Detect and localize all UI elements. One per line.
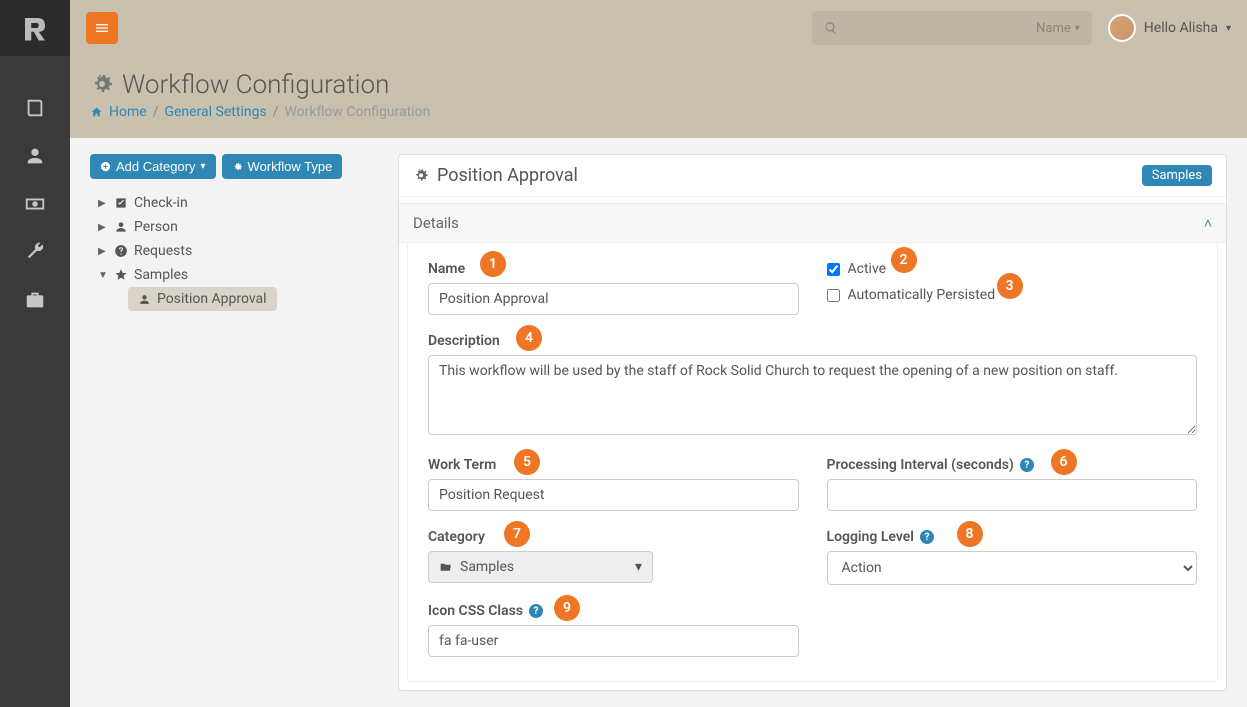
active-checkbox[interactable] — [827, 263, 840, 276]
processing-interval-input[interactable] — [827, 479, 1198, 511]
home-icon — [90, 106, 103, 119]
description-input[interactable]: This workflow will be used by the staff … — [428, 355, 1197, 435]
work-term-input[interactable] — [428, 479, 799, 511]
chevron-up-icon[interactable]: ˄ — [1204, 215, 1212, 232]
icon-css-class-label: Icon CSS Class? — [428, 603, 799, 619]
workflow-type-button[interactable]: Workflow Type — [222, 154, 343, 179]
avatar — [1108, 14, 1136, 42]
question-circle-icon — [114, 244, 128, 258]
name-input[interactable] — [428, 283, 799, 315]
add-category-button[interactable]: Add Category ▾ — [90, 154, 216, 179]
search-box[interactable]: Name▾ — [812, 11, 1092, 45]
menu-toggle-button[interactable] — [86, 12, 118, 44]
person-icon — [114, 220, 128, 234]
star-icon — [114, 268, 128, 282]
search-icon — [824, 21, 838, 35]
samples-badge[interactable]: Samples — [1142, 165, 1212, 186]
gear-icon — [232, 161, 243, 172]
nav-wrench-icon[interactable] — [0, 228, 70, 276]
page-header: Workflow Configuration Home / General Se… — [70, 56, 1247, 138]
breadcrumb-current: Workflow Configuration — [284, 104, 430, 120]
callout-8: 8 — [957, 521, 983, 547]
help-icon[interactable]: ? — [1020, 458, 1034, 472]
search-scope-dropdown[interactable]: Name▾ — [1036, 21, 1080, 36]
icon-css-class-input[interactable] — [428, 625, 799, 657]
tree-item-samples[interactable]: ▼ Samples — [98, 263, 378, 287]
nav-book-icon[interactable] — [0, 84, 70, 132]
work-term-label: Work Term — [428, 457, 799, 473]
breadcrumb-home[interactable]: Home — [109, 104, 147, 120]
chevron-down-icon: ▾ — [635, 559, 642, 575]
chevron-down-icon: ▼ — [98, 270, 108, 281]
breadcrumb-settings[interactable]: General Settings — [164, 104, 266, 120]
callout-7: 7 — [504, 521, 530, 547]
nav-person-icon[interactable] — [0, 132, 70, 180]
callout-4: 4 — [516, 325, 542, 351]
gears-icon — [90, 73, 114, 97]
help-icon[interactable]: ? — [529, 604, 543, 618]
auto-persist-checkbox[interactable] — [827, 289, 840, 302]
auto-persist-label: Automatically Persisted — [848, 287, 996, 303]
tree-item-checkin[interactable]: ▶ Check-in — [98, 191, 378, 215]
chevron-down-icon: ▾ — [1226, 23, 1231, 34]
active-label: Active — [848, 261, 887, 277]
category-tree: ▶ Check-in ▶ Person ▶ Requests — [90, 191, 378, 311]
sidebar — [0, 0, 70, 707]
chevron-right-icon: ▶ — [98, 222, 108, 233]
processing-interval-label: Processing Interval (seconds)? — [827, 457, 1198, 473]
plus-circle-icon — [100, 161, 111, 172]
nav-money-icon[interactable] — [0, 180, 70, 228]
topbar: Name▾ Hello Alisha ▾ — [70, 0, 1247, 56]
gears-icon — [413, 168, 429, 184]
category-select[interactable]: Samples ▾ — [428, 551, 653, 583]
logging-level-label: Logging Level? — [827, 529, 1198, 545]
breadcrumb: Home / General Settings / Workflow Confi… — [90, 104, 1227, 120]
chevron-right-icon: ▶ — [98, 246, 108, 257]
nav-briefcase-icon[interactable] — [0, 276, 70, 324]
help-icon[interactable]: ? — [920, 530, 934, 544]
category-label: Category — [428, 529, 799, 545]
page-title: Workflow Configuration — [122, 70, 389, 100]
details-section-header[interactable]: Details ˄ — [399, 203, 1226, 243]
chevron-right-icon: ▶ — [98, 198, 108, 209]
callout-2: 2 — [891, 247, 917, 273]
user-menu[interactable]: Hello Alisha ▾ — [1108, 14, 1231, 42]
callout-5: 5 — [514, 449, 540, 475]
panel-title: Position Approval — [437, 165, 1142, 186]
description-label: Description — [428, 333, 1197, 349]
callout-9: 9 — [554, 595, 580, 621]
logo[interactable] — [0, 0, 70, 56]
folder-open-icon — [439, 561, 452, 574]
logging-level-select[interactable]: Action — [827, 551, 1198, 585]
person-icon — [138, 293, 151, 306]
check-square-icon — [114, 196, 128, 210]
details-panel: Position Approval Samples Details ˄ 1 N — [398, 154, 1227, 691]
chevron-down-icon: ▾ — [201, 161, 206, 172]
tree-item-requests[interactable]: ▶ Requests — [98, 239, 378, 263]
tree-item-person[interactable]: ▶ Person — [98, 215, 378, 239]
user-greeting: Hello Alisha — [1144, 20, 1218, 36]
callout-6: 6 — [1051, 449, 1077, 475]
tree-leaf-position-approval[interactable]: Position Approval — [128, 287, 277, 311]
callout-1: 1 — [480, 251, 506, 277]
callout-3: 3 — [997, 273, 1023, 299]
